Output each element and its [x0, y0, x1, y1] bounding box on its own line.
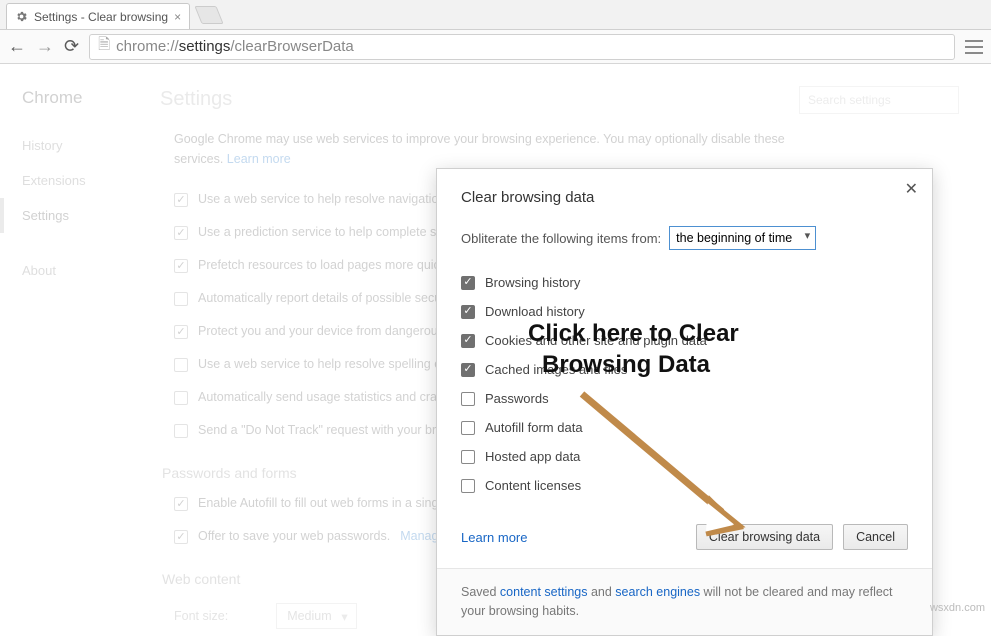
- option-label: Browsing history: [485, 275, 580, 290]
- checkbox[interactable]: [174, 193, 188, 207]
- checkbox[interactable]: [461, 479, 475, 493]
- page-icon: 🗎: [98, 34, 110, 59]
- sidebar-item-about[interactable]: About: [22, 253, 140, 288]
- checkbox[interactable]: [461, 421, 475, 435]
- cancel-button[interactable]: Cancel: [843, 524, 908, 550]
- search-engines-link[interactable]: search engines: [615, 585, 700, 599]
- option-label: Hosted app data: [485, 449, 580, 464]
- dialog-option: Passwords: [461, 384, 908, 413]
- toolbar: ← → ⟳ 🗎 chrome://settings/clearBrowserDa…: [0, 30, 991, 64]
- dialog-option: Hosted app data: [461, 442, 908, 471]
- checkbox[interactable]: [174, 530, 188, 544]
- url-path: /clearBrowserData: [230, 38, 353, 55]
- dialog-title: Clear browsing data: [461, 189, 908, 206]
- option-label: Cached images and files: [485, 362, 627, 377]
- privacy-intro: Google Chrome may use web services to im…: [174, 129, 814, 169]
- dialog-option: Cached images and files: [461, 355, 908, 384]
- option-label: Prefetch resources to load pages more qu…: [198, 258, 455, 272]
- url-scheme: chrome://: [116, 38, 179, 55]
- option-label: Autofill form data: [485, 420, 583, 435]
- watermark: wsxdn.com: [930, 602, 985, 614]
- search-settings-input[interactable]: Search settings: [799, 86, 959, 114]
- sidebar-title: Chrome: [22, 88, 140, 108]
- checkbox[interactable]: [461, 363, 475, 377]
- tab-strip: Settings - Clear browsing ×: [0, 0, 991, 30]
- dialog-option: Browsing history: [461, 268, 908, 297]
- sidebar-item-settings[interactable]: Settings: [0, 198, 140, 233]
- checkbox[interactable]: [174, 292, 188, 306]
- clear-browsing-data-dialog: ✕ Clear browsing data Obliterate the fol…: [436, 168, 933, 636]
- checkbox[interactable]: [174, 497, 188, 511]
- sidebar: Chrome HistoryExtensionsSettings About: [0, 64, 140, 618]
- option-label: Use a web service to help resolve spelli…: [198, 357, 467, 371]
- tab-title: Settings - Clear browsing: [34, 10, 168, 24]
- dialog-option: Content licenses: [461, 471, 908, 500]
- font-size-label: Font size:: [174, 609, 228, 623]
- checkbox[interactable]: [174, 325, 188, 339]
- option-label: Passwords: [485, 391, 549, 406]
- url-host: settings: [179, 38, 231, 55]
- browser-tab[interactable]: Settings - Clear browsing ×: [6, 3, 190, 29]
- option-label: Content licenses: [485, 478, 581, 493]
- content-settings-link[interactable]: content settings: [500, 585, 588, 599]
- checkbox[interactable]: [461, 450, 475, 464]
- option-label: Protect you and your device from dangero…: [198, 324, 473, 338]
- gear-icon: [15, 10, 28, 23]
- checkbox[interactable]: [174, 391, 188, 405]
- checkbox[interactable]: [174, 358, 188, 372]
- checkbox[interactable]: [461, 392, 475, 406]
- sidebar-item-history[interactable]: History: [22, 128, 140, 163]
- learn-more-link[interactable]: Learn more: [227, 152, 291, 166]
- checkbox[interactable]: [461, 334, 475, 348]
- time-range-select[interactable]: the beginning of time: [669, 226, 816, 250]
- clear-browsing-data-button[interactable]: Clear browsing data: [696, 524, 833, 550]
- reload-button[interactable]: ⟳: [64, 36, 79, 57]
- dialog-note: Saved content settings and search engine…: [437, 568, 932, 635]
- checkbox[interactable]: [174, 226, 188, 240]
- checkbox[interactable]: [461, 305, 475, 319]
- close-icon[interactable]: ✕: [905, 179, 918, 199]
- dialog-learn-more-link[interactable]: Learn more: [461, 530, 527, 545]
- dialog-option: Cookies and other site and plugin data: [461, 326, 908, 355]
- checkbox[interactable]: [174, 259, 188, 273]
- close-tab-icon[interactable]: ×: [174, 10, 181, 24]
- back-button[interactable]: ←: [8, 36, 26, 57]
- checkbox[interactable]: [461, 276, 475, 290]
- dialog-option: Autofill form data: [461, 413, 908, 442]
- option-label: Download history: [485, 304, 585, 319]
- option-label: Offer to save your web passwords.: [198, 529, 390, 543]
- sidebar-item-extensions[interactable]: Extensions: [22, 163, 140, 198]
- obliterate-label: Obliterate the following items from:: [461, 231, 661, 246]
- address-bar[interactable]: 🗎 chrome://settings/clearBrowserData: [89, 34, 955, 60]
- checkbox[interactable]: [174, 424, 188, 438]
- chrome-menu-icon[interactable]: [965, 40, 983, 54]
- font-size-select[interactable]: Medium: [276, 603, 356, 629]
- dialog-option: Download history: [461, 297, 908, 326]
- forward-button[interactable]: →: [36, 36, 54, 57]
- new-tab-button[interactable]: [194, 6, 223, 24]
- option-label: Cookies and other site and plugin data: [485, 333, 707, 348]
